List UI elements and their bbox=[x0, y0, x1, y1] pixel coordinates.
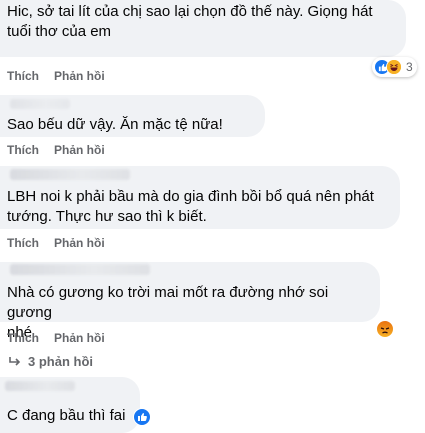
comment-text-line: tướng. Thực hư sao thì k biết. bbox=[7, 208, 207, 225]
reply-button[interactable]: Phản hồi bbox=[54, 69, 105, 83]
angry-icon[interactable] bbox=[376, 320, 394, 338]
comment-bubble: LBH noi k phải bầu mà do gia đình bồi bổ… bbox=[0, 166, 400, 229]
reaction-count: 3 bbox=[406, 60, 413, 74]
haha-icon bbox=[386, 59, 402, 75]
comment-text-line: tuổi thơ của em bbox=[7, 23, 112, 40]
like-icon[interactable] bbox=[133, 408, 151, 426]
comment-bubble: C đang bầu thì fai bbox=[0, 377, 140, 433]
replies-count-label: 3 phản hồi bbox=[28, 354, 93, 369]
comment-text-line: LBH noi k phải bầu mà do gia đình bồi bổ… bbox=[7, 188, 374, 205]
comment-text-line: Sao bếu dữ vậy. Ăn mặc tệ nữa! bbox=[7, 116, 223, 133]
like-button[interactable]: Thích bbox=[7, 331, 39, 345]
comment-bubble: Hic, sở tai lít của chị sao lại chọn đồ … bbox=[0, 0, 406, 57]
reply-button[interactable]: Phản hồi bbox=[54, 331, 105, 345]
reply-button[interactable]: Phản hồi bbox=[54, 143, 105, 157]
reaction-summary[interactable]: 3 bbox=[372, 57, 417, 77]
view-replies-link[interactable]: 3 phản hồi bbox=[8, 354, 93, 369]
like-button[interactable]: Thích bbox=[7, 143, 39, 157]
comment-actions: Thích Phản hồi bbox=[7, 331, 105, 345]
comment-text-line: C đang bầu thì fai bbox=[7, 407, 126, 424]
reply-arrow-icon bbox=[9, 356, 21, 366]
comment-actions: Thích Phản hồi bbox=[7, 236, 105, 250]
author-name-blurred bbox=[10, 169, 130, 180]
reply-button[interactable]: Phản hồi bbox=[54, 236, 105, 250]
comment-bubble: Nhà có gương ko trời mai mốt ra đường nh… bbox=[0, 262, 380, 341]
author-name-blurred bbox=[10, 99, 70, 109]
author-name-blurred bbox=[10, 264, 150, 275]
comment-text-line: Nhà có gương ko trời mai mốt ra đường nh… bbox=[7, 284, 329, 321]
like-button[interactable]: Thích bbox=[7, 69, 39, 83]
author-name-blurred bbox=[5, 381, 75, 391]
comment-actions: Thích Phản hồi bbox=[7, 69, 105, 83]
comment-actions: Thích Phản hồi bbox=[7, 143, 105, 157]
comment-text-line: Hic, sở tai lít của chị sao lại chọn đồ … bbox=[7, 3, 373, 20]
like-button[interactable]: Thích bbox=[7, 236, 39, 250]
comment-bubble: Sao bếu dữ vậy. Ăn mặc tệ nữa! bbox=[0, 95, 265, 137]
